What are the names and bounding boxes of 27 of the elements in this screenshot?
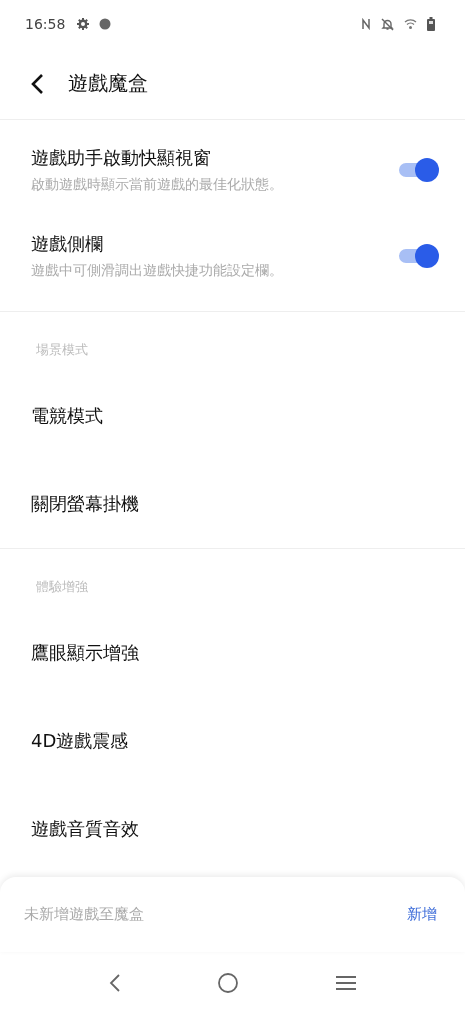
back-icon bbox=[30, 72, 44, 95]
setting-description: 啟動遊戲時顯示當前遊戲的最佳化狀態。 bbox=[31, 176, 283, 195]
wifi-icon bbox=[404, 18, 417, 31]
battery-icon bbox=[427, 17, 435, 32]
setting-description: 遊戲中可側滑調出遊戲快捷功能設定欄。 bbox=[31, 262, 283, 281]
add-button[interactable]: 新增 bbox=[407, 905, 437, 925]
settings-item[interactable]: 4D遊戲震感 bbox=[0, 697, 465, 786]
nfc-icon bbox=[361, 18, 371, 31]
status-time: 16:58 bbox=[25, 16, 66, 33]
settings-item[interactable]: 遊戲音質音效 bbox=[0, 785, 465, 874]
toggle-switch[interactable] bbox=[397, 158, 439, 183]
home-nav-icon[interactable] bbox=[217, 972, 240, 995]
empty-message: 未新增遊戲至魔盒 bbox=[24, 905, 144, 925]
dot-icon bbox=[99, 18, 112, 31]
menu-nav-icon[interactable] bbox=[335, 974, 358, 993]
settings-item[interactable]: 鷹眼顯示增強 bbox=[0, 609, 465, 698]
back-nav-icon[interactable] bbox=[107, 973, 122, 994]
muted-bell-icon bbox=[381, 17, 394, 31]
page-title: 遊戲魔盒 bbox=[68, 70, 148, 98]
setting-title: 遊戲側欄 bbox=[31, 232, 104, 257]
section-header: 場景模式 bbox=[35, 341, 89, 360]
toggle-switch[interactable] bbox=[397, 244, 439, 269]
gear-icon bbox=[77, 18, 90, 31]
setting-title: 遊戲助手啟動快顯視窗 bbox=[31, 146, 212, 171]
settings-item[interactable]: 關閉螢幕掛機 bbox=[0, 460, 465, 549]
settings-item[interactable]: 電競模式 bbox=[0, 372, 465, 461]
section-header: 體驗增強 bbox=[35, 578, 89, 597]
